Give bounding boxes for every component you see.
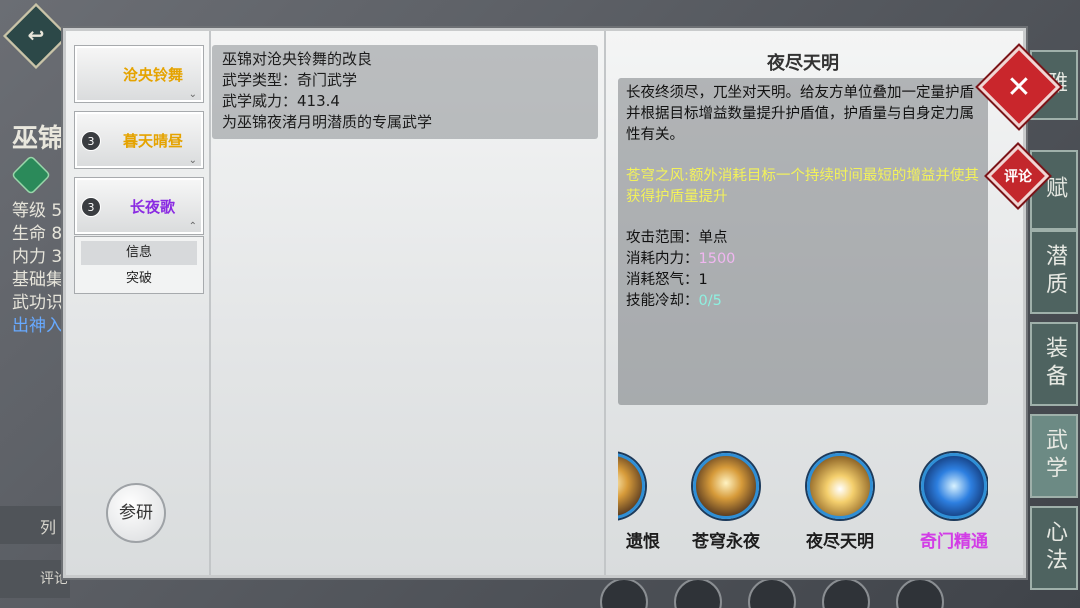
- skill-icon-item-active[interactable]: 奇门精通: [904, 449, 988, 552]
- stat-rage: 消耗怒气：1: [626, 272, 708, 288]
- stat-cooldown: 技能冷却：0/5: [626, 293, 722, 309]
- bg-side-tab[interactable]: 赋: [1030, 150, 1078, 230]
- bg-side-tab[interactable]: 心法: [1030, 506, 1078, 590]
- chevron-up-icon: ⌃: [188, 221, 197, 232]
- skill-list-item[interactable]: 3 暮天晴昼 ⌄: [74, 111, 204, 169]
- level-badge: 3: [81, 131, 101, 151]
- skill-name: 沧央铃舞: [122, 66, 183, 84]
- skill-icon-item[interactable]: 苍穹永夜: [676, 449, 776, 552]
- level-badge: 3: [81, 197, 101, 217]
- bg-stats: 等级 5 生命 8 内力 3 基础集 武功识 出神入: [12, 200, 63, 338]
- avatar[interactable]: [674, 578, 722, 608]
- skill-icon-item[interactable]: 遗恨: [618, 449, 662, 552]
- skill-icon-label: 遗恨: [626, 532, 660, 552]
- bg-side-tab[interactable]: 潜质: [1030, 230, 1078, 314]
- skill-orb-icon: [807, 453, 873, 519]
- bg-stat: 生命 8: [12, 224, 63, 244]
- bg-party-avatars: [600, 578, 944, 608]
- skill-orb-icon: [921, 453, 987, 519]
- stat-range: 攻击范围：单点: [626, 230, 728, 246]
- skill-name: 长夜歌: [129, 198, 175, 216]
- back-arrow-icon: ↩: [27, 24, 45, 48]
- skill-icon-item[interactable]: 夜尽天明: [790, 449, 890, 552]
- bg-tab-list[interactable]: 列: [0, 506, 70, 544]
- submenu-info[interactable]: 信息: [81, 241, 197, 265]
- comment-label: 评论: [1004, 169, 1032, 185]
- bg-stat: 内力 3: [12, 247, 63, 267]
- skill-list-item-selected[interactable]: 3 长夜歌 ⌃: [74, 177, 204, 235]
- skill-bonus: 苍穹之风:额外消耗目标一个持续时间最短的增益并使其获得护盾量提升: [626, 168, 979, 205]
- skill-info-box: 巫锦对沧央铃舞的改良 武学类型：奇门武学 武学威力：413.4 为巫锦夜渚月明潜…: [212, 45, 598, 139]
- avatar[interactable]: [748, 578, 796, 608]
- info-type: 武学类型：奇门武学: [222, 71, 358, 89]
- skill-icon-label: 夜尽天明: [806, 532, 874, 552]
- skill-icon-label: 苍穹永夜: [692, 532, 760, 552]
- bg-tab-comment[interactable]: 评论: [0, 560, 70, 598]
- skill-icon-label: 奇门精通: [920, 532, 988, 552]
- bg-stat: 基础集: [12, 270, 63, 290]
- skill-list-item[interactable]: 沧央铃舞 ⌄: [74, 45, 204, 103]
- info-power: 武学威力：413.4: [222, 92, 340, 110]
- skill-submenu: 信息 突破: [74, 236, 204, 294]
- bg-stat: 武功识: [12, 293, 63, 313]
- skill-detail-box: 长夜终须尽，兀坐对天明。给友方单位叠加一定量护盾并根据目标增益数量提升护盾值，护…: [618, 78, 988, 405]
- avatar[interactable]: [822, 578, 870, 608]
- bg-stat: 等级 5: [12, 201, 63, 221]
- avatar[interactable]: [896, 578, 944, 608]
- info-origin: 巫锦对沧央铃舞的改良: [222, 50, 373, 68]
- divider: [209, 31, 211, 575]
- research-button[interactable]: 参研: [106, 483, 166, 543]
- skill-orb-icon: [693, 453, 759, 519]
- bg-character-name: 巫锦: [12, 124, 65, 154]
- skill-detail-dialog: 沧央铃舞 ⌄ 3 暮天晴昼 ⌄ 3 长夜歌 ⌃ 信息 突破 参研 巫锦对沧央铃舞…: [63, 28, 1026, 578]
- skill-icon-row: 遗恨 苍穹永夜 夜尽天明 奇门精通: [618, 449, 988, 559]
- bg-side-tab[interactable]: 装备: [1030, 322, 1078, 406]
- chevron-down-icon: ⌄: [188, 89, 197, 100]
- info-exclusive: 为巫锦夜渚月明潜质的专属武学: [222, 113, 433, 131]
- submenu-breakthrough[interactable]: 突破: [81, 267, 197, 291]
- chevron-down-icon: ⌄: [188, 155, 197, 166]
- skill-name: 暮天晴昼: [122, 132, 183, 150]
- divider: [604, 31, 606, 575]
- avatar[interactable]: [600, 578, 648, 608]
- skill-description: 长夜终须尽，兀坐对天明。给友方单位叠加一定量护盾并根据目标增益数量提升护盾值，护…: [626, 85, 974, 143]
- bg-side-tab[interactable]: 武学: [1030, 414, 1078, 498]
- skill-orb-icon: [618, 453, 645, 519]
- close-icon: ✕: [1006, 69, 1032, 105]
- bg-stat-link[interactable]: 出神入: [12, 315, 63, 338]
- skill-title: 夜尽天明: [767, 53, 839, 74]
- stat-mana: 消耗内力：1500: [626, 251, 736, 267]
